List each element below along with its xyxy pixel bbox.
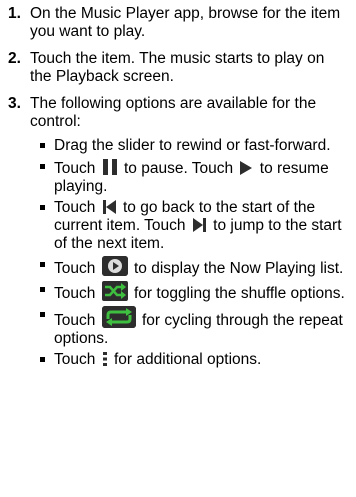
now-playing-list-icon — [101, 256, 128, 276]
step-text: Touch the item. The music starts to play… — [30, 50, 325, 85]
play-icon — [239, 160, 253, 176]
step-1: 1. On the Music Player app, browse for t… — [8, 5, 350, 41]
bullet-text-post: for toggling the shuffle options. — [134, 285, 345, 302]
step-3: 3. The following options are available f… — [8, 95, 350, 372]
pause-icon — [102, 158, 118, 176]
shuffle-icon — [101, 281, 128, 301]
bullet-marker — [30, 306, 54, 324]
list-item: Touch for toggling the shuffle options. — [30, 281, 350, 303]
step-text: The following options are available for … — [30, 95, 317, 130]
step-number: 3. — [8, 95, 21, 112]
step-number: 1. — [8, 5, 21, 22]
repeat-icon — [101, 306, 136, 328]
next-track-icon — [192, 217, 207, 233]
list-item: Touch to pause. Touch to resume playing. — [30, 158, 350, 196]
bullet-marker — [30, 199, 54, 217]
bullet-text-pre: Touch — [54, 160, 96, 177]
bullet-text-pre: Touch — [54, 351, 96, 368]
list-item: Touch for cycling through the repeat opt… — [30, 306, 350, 348]
bullet-marker — [30, 158, 54, 176]
menu-dots-icon — [102, 351, 108, 367]
list-item: Touch to go back to the start of the cur… — [30, 199, 350, 253]
bullet-marker — [30, 281, 54, 299]
list-item: Touch for additional options. — [30, 351, 350, 369]
step-text: On the Music Player app, browse for the … — [30, 5, 341, 40]
control-options-list: Drag the slider to rewind or fast-forwar… — [30, 137, 350, 369]
instruction-page: 1. On the Music Player app, browse for t… — [0, 0, 356, 497]
bullet-text-post: for cycling through the repeat options. — [54, 312, 343, 347]
bullet-text-post: for additional options. — [114, 351, 262, 368]
bullet-marker — [30, 256, 54, 274]
bullet-text-post: to display the Now Playing list. — [134, 260, 344, 277]
step-2: 2. Touch the item. The music starts to p… — [8, 50, 350, 86]
bullet-text: Drag the slider to rewind or fast-forwar… — [54, 137, 331, 154]
bullet-text-pre: Touch — [54, 312, 96, 329]
bullet-text-pre: Touch — [54, 199, 96, 216]
bullet-text-mid: to pause. Touch — [124, 160, 234, 177]
list-item: Drag the slider to rewind or fast-forwar… — [30, 137, 350, 155]
list-item: Touch to display the Now Playing list. — [30, 256, 350, 278]
previous-track-icon — [102, 199, 117, 215]
step-number: 2. — [8, 50, 21, 67]
bullet-text-pre: Touch — [54, 260, 96, 277]
bullet-marker — [30, 351, 54, 369]
bullet-text-pre: Touch — [54, 285, 96, 302]
bullet-marker — [30, 137, 54, 155]
